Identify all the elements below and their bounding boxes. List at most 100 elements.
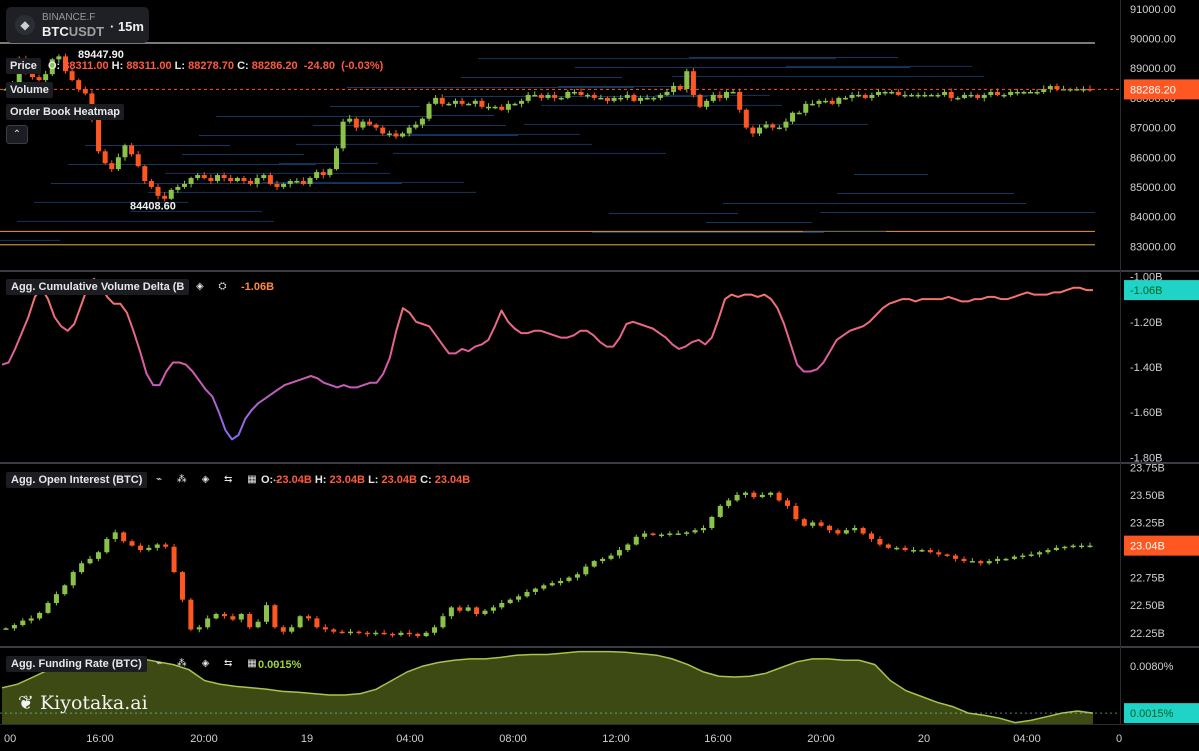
oi-candle: [726, 500, 732, 506]
oi-candle: [700, 527, 706, 531]
chevron-up-icon[interactable]: ⌃: [6, 125, 28, 144]
cvd-title[interactable]: Agg. Cumulative Volume Delta (B: [6, 279, 190, 295]
oi-candle: [894, 547, 900, 550]
oi-candle: [490, 607, 496, 611]
price-candle: [122, 145, 128, 158]
price-candle: [148, 180, 154, 187]
timeframe-label[interactable]: · 15m: [110, 19, 144, 34]
price-candle: [737, 91, 743, 110]
oi-candle: [885, 544, 891, 548]
price-candle: [1021, 91, 1027, 94]
oi-candle: [944, 554, 950, 556]
price-candle: [988, 91, 994, 95]
price-candle: [175, 186, 181, 190]
price-candle: [426, 103, 432, 119]
oi-candle: [432, 627, 438, 633]
timeframe-value: 15m: [117, 19, 144, 34]
price-candle: [340, 121, 346, 149]
symbol-badge[interactable]: ◆ BINANCE.F BTCUSDT · 15m: [6, 7, 149, 43]
price-candle: [472, 100, 478, 104]
oi-candle: [146, 547, 152, 551]
oi-candle: [62, 585, 68, 595]
price-candle: [413, 124, 419, 128]
brand-name: Kiyotaka.ai: [39, 692, 148, 714]
oi-candle: [179, 572, 185, 600]
c-key: C:: [237, 60, 249, 72]
oi-candle: [238, 614, 244, 620]
price-candle: [723, 91, 729, 98]
oi-candle: [306, 616, 312, 619]
price-candle: [419, 118, 425, 125]
price-candle: [842, 97, 848, 100]
volume-label[interactable]: Volume: [6, 82, 53, 98]
oi-candle: [818, 522, 824, 526]
price-candle: [525, 94, 531, 101]
time-axis-border: [0, 724, 1199, 725]
price-label[interactable]: Price: [6, 58, 41, 74]
oi-title[interactable]: Agg. Open Interest (BTC): [6, 472, 148, 488]
price-candle: [935, 94, 941, 97]
oi-candle: [692, 530, 698, 533]
price-candle: [56, 56, 62, 60]
price-candle: [287, 180, 293, 184]
price-candle: [254, 178, 260, 184]
oi-candle: [911, 550, 917, 552]
funding-title[interactable]: Agg. Funding Rate (BTC): [6, 656, 147, 672]
exchange-name: BINANCE.F: [42, 12, 96, 23]
price-candle: [373, 124, 379, 128]
oi-candle: [289, 627, 295, 632]
price-candle: [651, 97, 657, 100]
price-candle: [770, 124, 776, 128]
price-candle: [281, 183, 287, 187]
price-candle: [922, 94, 928, 97]
oi-c: 23.04B: [434, 474, 471, 486]
price-candle: [400, 133, 406, 137]
y-tick-label: 23.75B: [1130, 462, 1165, 474]
oi-candle: [390, 633, 396, 636]
oi-candle: [11, 625, 17, 629]
price-candle: [228, 178, 234, 181]
y-tick-label: 23.25B: [1130, 517, 1165, 529]
y-tick-label: 84000.00: [1130, 212, 1176, 224]
oi-candle: [280, 627, 286, 632]
price-candle: [353, 118, 359, 128]
symbol-quote: USDT: [68, 24, 105, 39]
price-candle: [135, 154, 141, 167]
oi-candle: [364, 632, 370, 635]
price-candle: [439, 97, 445, 104]
oi-candle: [852, 527, 858, 531]
price-candle: [261, 175, 267, 179]
l-key: L:: [174, 60, 186, 72]
oi-candle: [516, 596, 522, 600]
price-candle: [955, 97, 961, 100]
price-candle: [347, 118, 353, 122]
oi-candle: [423, 632, 429, 637]
price-candle: [109, 163, 115, 170]
heatmap-label[interactable]: Order Book Heatmap: [6, 104, 125, 120]
oi-candle: [137, 545, 143, 551]
oi-candle: [205, 618, 211, 628]
change-pct: (-0.03%): [341, 60, 384, 72]
chart-canvas[interactable]: 89447.9084408.6091000.0090000.0089000.00…: [0, 0, 1199, 751]
oi-candle: [104, 539, 110, 553]
price-candle: [618, 97, 624, 100]
l-value: 88278.70: [188, 60, 234, 72]
y-tick-label: -1.60B: [1130, 407, 1162, 419]
oi-candle: [625, 544, 631, 551]
price-candle: [69, 71, 75, 81]
oi-candle: [742, 492, 748, 495]
price-candle: [492, 106, 498, 109]
oi-candle: [1062, 546, 1068, 549]
price-candle: [1008, 91, 1014, 95]
oi-candle: [331, 629, 337, 632]
price-candle: [393, 133, 399, 137]
price-candle: [889, 91, 895, 94]
oi-candle: [751, 492, 757, 498]
oi-candle: [961, 558, 967, 562]
price-candle: [267, 175, 273, 184]
y-tick-label: 22.25B: [1130, 628, 1165, 640]
price-candle: [657, 94, 663, 98]
x-tick-label: 20:00: [190, 733, 218, 745]
price-candle: [644, 97, 650, 100]
cvd-icons[interactable]: ◈ ⛭: [196, 281, 232, 292]
